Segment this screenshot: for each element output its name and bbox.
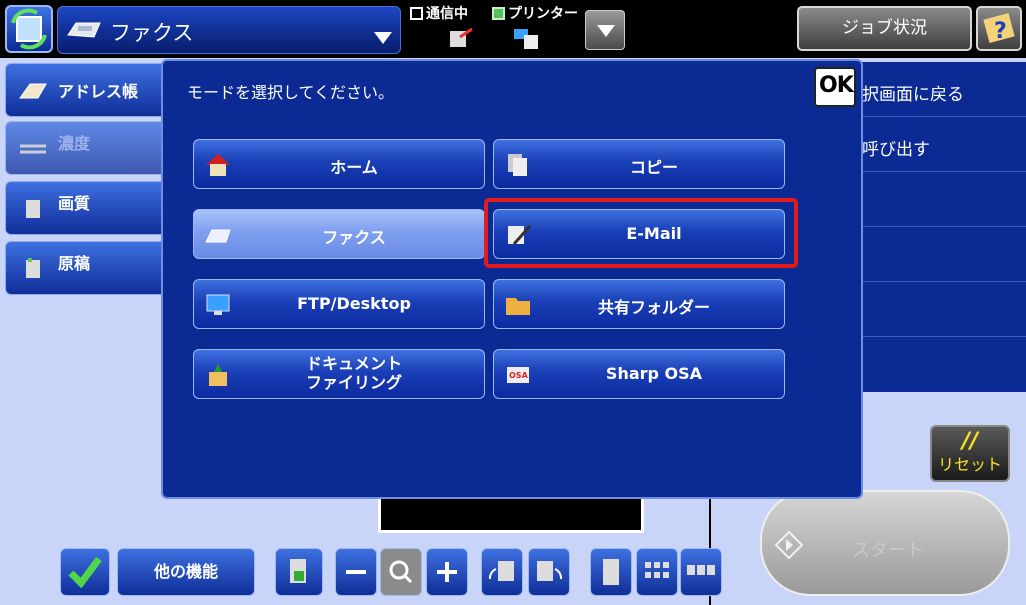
right-item-recall[interactable]: 呼び出す (862, 117, 1026, 172)
reset-button[interactable]: // リセット (930, 425, 1010, 482)
single-page-icon (603, 559, 619, 585)
desktop-icon (206, 294, 230, 315)
ok-button[interactable]: OK (814, 67, 856, 107)
mode-ftp-desktop-button[interactable]: FTP/Desktop (193, 279, 485, 329)
fax-send-icon (450, 27, 473, 47)
density-icon (20, 144, 46, 154)
zoom-out-button[interactable] (335, 548, 377, 596)
home-icon (206, 154, 230, 176)
right-item-empty-2[interactable] (862, 227, 1026, 282)
original-icon (26, 258, 40, 278)
plus-icon (437, 562, 457, 582)
thumbnail-view-button[interactable] (680, 548, 722, 596)
grid-icon (645, 562, 669, 578)
status-communicating: 通信中 (410, 3, 468, 23)
folder-icon (506, 298, 530, 315)
status-printer: プリンター (492, 3, 578, 23)
right-panel: 択画面に戻る 呼び出す (862, 62, 1026, 392)
fax-icon (67, 22, 101, 38)
status-dropdown-button[interactable] (585, 10, 625, 50)
confirm-button[interactable] (60, 548, 110, 596)
copy-icon (508, 154, 527, 176)
right-item-empty-1[interactable] (862, 172, 1026, 227)
sidebar-item-quality[interactable]: 画質 (5, 181, 170, 235)
dialog-prompt: モードを選択してください。 (187, 83, 395, 102)
sidebar-item-density[interactable]: 濃度 (5, 121, 170, 175)
single-page-view-button[interactable] (590, 548, 632, 596)
printer-status-icon (492, 7, 505, 20)
highlight-box (484, 198, 798, 268)
mode-fax-button[interactable]: ファクス (193, 209, 485, 259)
mode-select-dropdown[interactable]: ファクス (57, 6, 401, 54)
magnifier-icon (389, 560, 413, 584)
rotate-left-icon (488, 561, 514, 581)
preview-icon (290, 559, 306, 583)
mode-switch-button[interactable] (5, 5, 53, 53)
printer-icon (514, 29, 538, 49)
osa-icon: OSA (507, 367, 529, 383)
right-item-back-to-selection[interactable]: 択画面に戻る (862, 62, 1026, 117)
svg-text:OSA: OSA (509, 371, 529, 380)
reset-slash-icon: // (961, 429, 979, 454)
fax-icon (205, 229, 231, 243)
minus-icon (346, 570, 366, 574)
quality-icon (26, 200, 40, 218)
sidebar-item-address-book[interactable]: アドレス帳 (5, 63, 170, 117)
address-book-icon (19, 83, 47, 99)
zoom-button[interactable] (380, 548, 422, 596)
swap-arrows-icon (11, 8, 47, 50)
rotate-right-button[interactable] (528, 548, 570, 596)
svg-text:?: ? (994, 19, 1007, 44)
chevron-down-icon (374, 32, 392, 44)
mode-sharp-osa-button[interactable]: OSA Sharp OSA (493, 349, 785, 399)
other-functions-button[interactable]: 他の機能 (117, 548, 255, 596)
preview-button[interactable] (275, 548, 323, 596)
thumbnails-icon (687, 565, 715, 575)
start-diamond-icon (774, 530, 804, 560)
right-item-empty-3[interactable] (862, 282, 1026, 337)
start-button[interactable]: スタート (760, 490, 1010, 596)
grid-view-button[interactable] (636, 548, 678, 596)
document-filing-icon (209, 364, 227, 386)
top-bar: ファクス 通信中 プリンター ジョブ状況 ? (0, 0, 1026, 58)
mode-document-filing-button[interactable]: ドキュメント ファイリング (193, 349, 485, 399)
job-status-button[interactable]: ジョブ状況 (797, 6, 972, 51)
mode-home-button[interactable]: ホーム (193, 139, 485, 189)
help-icon: ? (983, 13, 1015, 44)
preview-thumbnail (378, 499, 644, 533)
mode-select-dialog: モードを選択してください。 OK ホーム コピー ファクス E-Mail FTP… (161, 59, 863, 499)
document-filing-label-line1: ドキュメント (305, 354, 402, 373)
checkbox-icon (410, 7, 423, 20)
mode-shared-folder-button[interactable]: 共有フォルダー (493, 279, 785, 329)
mode-copy-button[interactable]: コピー (493, 139, 785, 189)
help-button[interactable]: ? (976, 6, 1022, 51)
document-filing-label-line2: ファイリング (305, 373, 402, 392)
rotate-left-button[interactable] (481, 548, 523, 596)
checkmark-icon (68, 556, 102, 589)
zoom-in-button[interactable] (426, 548, 468, 596)
sidebar-item-original[interactable]: 原稿 (5, 241, 170, 295)
rotate-right-icon (537, 561, 563, 581)
mode-title: ファクス (110, 21, 194, 45)
